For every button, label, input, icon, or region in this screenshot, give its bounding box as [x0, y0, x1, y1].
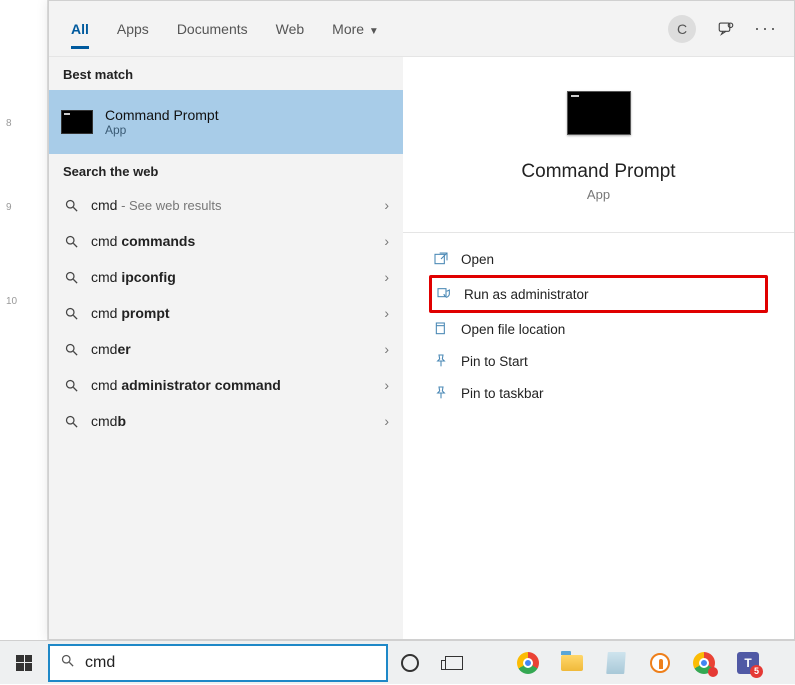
chevron-right-icon: ›: [384, 377, 389, 393]
preview-sub: App: [587, 187, 610, 202]
web-result-cmd-commands[interactable]: cmd commands ›: [49, 223, 403, 259]
taskview-icon: [445, 656, 463, 670]
taskbar-app-chrome-2[interactable]: [682, 641, 726, 685]
keyhole-icon: [650, 653, 670, 673]
web-result-cmder[interactable]: cmder ›: [49, 331, 403, 367]
chevron-right-icon: ›: [384, 305, 389, 321]
folder-icon: [561, 655, 583, 671]
start-button[interactable]: [0, 641, 48, 685]
action-open-location[interactable]: Open file location: [429, 313, 768, 345]
search-input-value: cmd: [85, 654, 115, 672]
ruler-left: 8 9 10: [0, 0, 48, 640]
search-icon: [63, 197, 79, 213]
cortana-button[interactable]: [388, 641, 432, 685]
more-options-icon[interactable]: ···: [750, 13, 782, 45]
action-open[interactable]: Open: [429, 243, 768, 275]
run-as-admin-highlight: Run as administrator: [429, 275, 768, 313]
action-pin-start[interactable]: Pin to Start: [429, 345, 768, 377]
search-icon: [63, 413, 79, 429]
taskbar-app-security[interactable]: [638, 641, 682, 685]
chevron-right-icon: ›: [384, 197, 389, 213]
teams-badge: 5: [750, 665, 763, 678]
taskbar-search-box[interactable]: cmd: [48, 644, 388, 682]
action-pin-taskbar[interactable]: Pin to taskbar: [429, 377, 768, 409]
web-result-cmd[interactable]: cmd - See web results ›: [49, 187, 403, 223]
taskbar-app-explorer[interactable]: [550, 641, 594, 685]
action-run-admin[interactable]: Run as administrator: [432, 278, 765, 310]
search-icon: [63, 269, 79, 285]
tab-all[interactable]: All: [57, 1, 103, 57]
caret-down-icon: ▼: [366, 26, 379, 37]
tab-apps[interactable]: Apps: [103, 1, 163, 57]
results-column: Best match Command Prompt App Search the…: [49, 57, 403, 639]
notepad-icon: [606, 652, 626, 674]
best-match-result[interactable]: Command Prompt App: [49, 90, 403, 154]
chevron-right-icon: ›: [384, 413, 389, 429]
cmd-thumb-icon: [61, 110, 93, 134]
web-result-cmd-prompt[interactable]: cmd prompt ›: [49, 295, 403, 331]
open-icon: [429, 251, 453, 267]
search-icon: [60, 653, 75, 673]
chevron-right-icon: ›: [384, 341, 389, 357]
best-match-label: Best match: [49, 57, 403, 90]
preview-column: Command Prompt App Open Run as administr…: [403, 57, 794, 639]
circle-icon: [401, 654, 419, 672]
best-match-title: Command Prompt: [105, 107, 219, 123]
teams-icon: T5: [737, 652, 759, 674]
web-result-cmd-ipconfig[interactable]: cmd ipconfig ›: [49, 259, 403, 295]
search-tabbar: All Apps Documents Web More ▼ C ···: [49, 1, 794, 57]
windows-logo-icon: [16, 655, 32, 671]
chrome-icon: [693, 652, 715, 674]
taskbar-app-notepad[interactable]: [594, 641, 638, 685]
tab-web[interactable]: Web: [262, 1, 319, 57]
search-icon: [63, 377, 79, 393]
taskbar: cmd T5: [0, 640, 795, 684]
taskbar-app-chrome[interactable]: [506, 641, 550, 685]
pin-start-icon: [429, 353, 453, 369]
chrome-icon: [517, 652, 539, 674]
taskbar-app-teams[interactable]: T5: [726, 641, 770, 685]
chevron-right-icon: ›: [384, 233, 389, 249]
divider: [403, 232, 794, 233]
user-avatar[interactable]: C: [668, 15, 696, 43]
feedback-icon[interactable]: [710, 13, 742, 45]
folder-icon: [429, 321, 453, 337]
preview-app-icon: [567, 91, 631, 135]
task-view-button[interactable]: [432, 641, 476, 685]
web-result-cmdb[interactable]: cmdb ›: [49, 403, 403, 439]
shield-icon: [432, 286, 456, 302]
start-search-panel: All Apps Documents Web More ▼ C ··· Best…: [48, 0, 795, 640]
search-web-label: Search the web: [49, 154, 403, 187]
search-icon: [63, 305, 79, 321]
web-result-cmd-admin[interactable]: cmd administrator command ›: [49, 367, 403, 403]
search-icon: [63, 341, 79, 357]
chevron-right-icon: ›: [384, 269, 389, 285]
tab-documents[interactable]: Documents: [163, 1, 262, 57]
tab-more[interactable]: More ▼: [318, 1, 393, 57]
pin-taskbar-icon: [429, 385, 453, 401]
search-icon: [63, 233, 79, 249]
preview-title: Command Prompt: [521, 161, 675, 183]
best-match-sub: App: [105, 123, 219, 137]
